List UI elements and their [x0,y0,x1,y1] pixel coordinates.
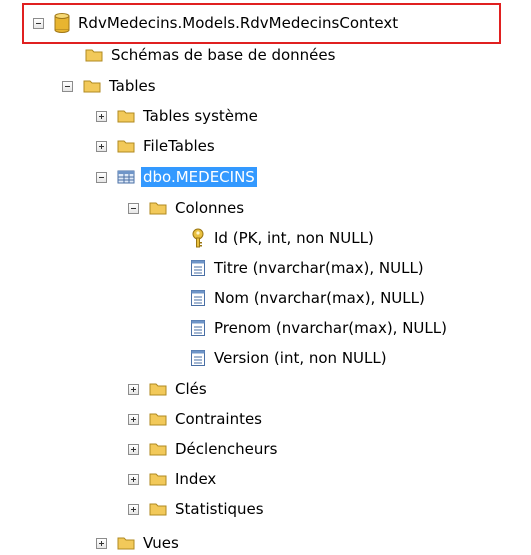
folder-icon [149,502,167,516]
expand-toggle[interactable] [96,110,107,122]
column-icon [190,289,206,307]
tree-node-tables[interactable]: Tables [62,74,158,98]
tree-node-indexes[interactable]: Index [128,467,218,491]
tree-node-label[interactable]: Schémas de base de données [109,45,337,65]
folder-icon [149,201,167,215]
folder-icon [149,412,167,426]
tree-node-column-titre[interactable]: Titre (nvarchar(max), NULL) [190,256,426,280]
column-icon [190,349,206,367]
folder-icon [85,48,103,62]
tree-node-label[interactable]: Déclencheurs [173,439,279,459]
folder-icon [83,79,101,93]
expand-toggle[interactable] [128,473,139,485]
tree-node-label[interactable]: Clés [173,379,209,399]
tree-node-label[interactable]: Vues [141,533,181,553]
tree-node-column-id[interactable]: Id (PK, int, non NULL) [190,226,376,250]
tree-node-label[interactable]: RdvMedecins.Models.RdvMedecinsContext [76,13,400,33]
tree-node-root[interactable]: RdvMedecins.Models.RdvMedecinsContext [33,11,400,35]
tree-node-label[interactable]: Statistiques [173,499,266,519]
tree-node-label[interactable]: Nom (nvarchar(max), NULL) [212,288,427,308]
folder-icon [149,442,167,456]
tree-node-label[interactable]: Id (PK, int, non NULL) [212,228,376,248]
folder-icon [117,139,135,153]
tree-node-views[interactable]: Vues [96,531,181,555]
tree-node-label[interactable]: FileTables [141,136,217,156]
collapse-toggle[interactable] [62,80,73,92]
expand-toggle[interactable] [128,383,139,395]
tree-node-medecins-table[interactable]: dbo.MEDECINS [96,165,257,189]
expand-toggle[interactable] [96,140,107,152]
tree-node-system-tables[interactable]: Tables système [96,104,260,128]
expand-toggle[interactable] [96,537,107,549]
tree-node-label[interactable]: Contraintes [173,409,264,429]
folder-icon [149,382,167,396]
tree-node-schemas[interactable]: Schémas de base de données [85,43,337,67]
tree-node-column-version[interactable]: Version (int, non NULL) [190,346,389,370]
tree-node-label[interactable]: Colonnes [173,198,246,218]
table-icon [117,169,135,185]
tree-node-columns[interactable]: Colonnes [128,196,246,220]
tree-node-label[interactable]: Titre (nvarchar(max), NULL) [212,258,426,278]
collapse-toggle[interactable] [96,171,107,183]
collapse-toggle[interactable] [128,202,139,214]
folder-icon [117,109,135,123]
column-icon [190,259,206,277]
tree-node-column-nom[interactable]: Nom (nvarchar(max), NULL) [190,286,427,310]
tree-node-label[interactable]: Tables [107,76,158,96]
tree-node-file-tables[interactable]: FileTables [96,134,217,158]
column-icon [190,319,206,337]
tree-node-keys[interactable]: Clés [128,377,209,401]
expand-toggle[interactable] [128,503,139,515]
tree-node-label[interactable]: Version (int, non NULL) [212,348,389,368]
tree-node-label[interactable]: Prenom (nvarchar(max), NULL) [212,318,449,338]
tree-node-statistics[interactable]: Statistiques [128,497,266,521]
expand-toggle[interactable] [128,443,139,455]
tree-node-label[interactable]: dbo.MEDECINS [141,167,257,187]
database-icon [54,13,70,33]
tree-node-column-prenom[interactable]: Prenom (nvarchar(max), NULL) [190,316,449,340]
key-icon [190,228,206,248]
tree-node-constraints[interactable]: Contraintes [128,407,264,431]
tree-node-triggers[interactable]: Déclencheurs [128,437,279,461]
folder-icon [149,472,167,486]
tree-node-label[interactable]: Tables système [141,106,260,126]
tree-node-label[interactable]: Index [173,469,218,489]
collapse-toggle[interactable] [33,17,44,29]
expand-toggle[interactable] [128,413,139,425]
object-explorer-tree: RdvMedecins.Models.RdvMedecinsContext Sc… [0,0,531,552]
